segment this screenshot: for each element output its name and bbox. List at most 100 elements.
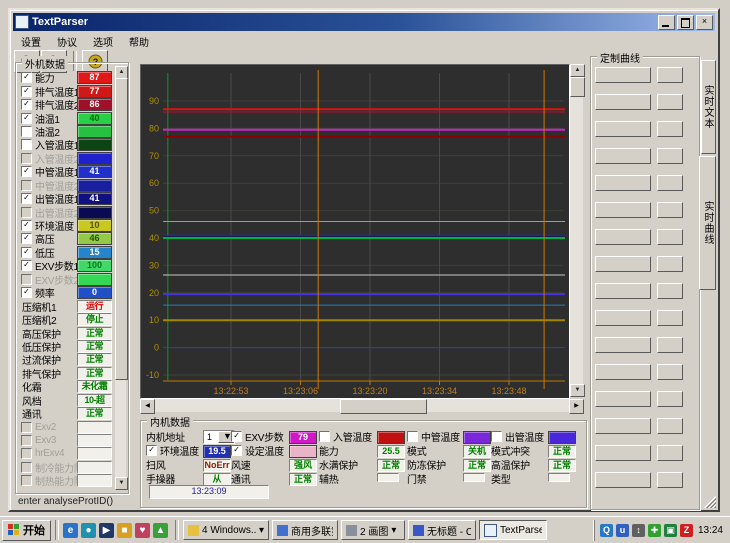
custom-curve-button[interactable] <box>595 391 651 407</box>
lightning-tray-icon[interactable]: Z <box>680 524 693 537</box>
menu-options[interactable]: 选项 <box>86 33 120 48</box>
chart-horizontal-scrollbar[interactable]: ◀ ▶ <box>140 399 584 412</box>
scrollbar-thumb[interactable] <box>570 77 585 97</box>
checkbox-环境温度[interactable]: ✓ <box>146 445 157 456</box>
checkbox-hrExv4[interactable] <box>21 448 32 459</box>
taskbar-button-5[interactable]: TextParser <box>479 520 547 540</box>
checkbox-EXV步数[interactable]: ✓ <box>231 431 242 442</box>
custom-curve-value-button[interactable] <box>657 364 683 380</box>
checkbox-EXV步数2[interactable] <box>21 274 32 285</box>
realtime-chart[interactable]: 9080706050403020100-1013:22:5313:23:0613… <box>140 64 570 399</box>
taskbar-button-4[interactable]: 无标题 - C... <box>408 520 476 540</box>
custom-curve-value-button[interactable] <box>657 472 683 488</box>
taskbar-button-2[interactable]: 商用多联第... <box>272 520 338 540</box>
taskbar-button-1[interactable]: 4 Windows...▾ <box>183 520 269 540</box>
custom-curve-button[interactable] <box>595 94 651 110</box>
custom-curve-button[interactable] <box>595 202 651 218</box>
checkbox-Exv3[interactable] <box>21 435 32 446</box>
checkbox-设定温度[interactable]: ✓ <box>231 445 242 456</box>
custom-curve-value-button[interactable] <box>657 148 683 164</box>
custom-curve-value-button[interactable] <box>657 445 683 461</box>
custom-curve-value-button[interactable] <box>657 229 683 245</box>
checkbox-制热能力限2[interactable] <box>21 475 32 486</box>
menu-settings[interactable]: 设置 <box>14 33 48 48</box>
custom-curve-value-button[interactable] <box>657 391 683 407</box>
start-button[interactable]: 开始 <box>2 520 51 541</box>
checkbox-EXV步数1[interactable]: ✓ <box>21 260 32 271</box>
chart-vertical-scrollbar[interactable]: ▲ ▼ <box>570 64 583 397</box>
checkbox-制冷能力限1[interactable] <box>21 462 32 473</box>
custom-curve-button[interactable] <box>595 67 651 83</box>
scroll-up-icon[interactable]: ▲ <box>570 64 585 77</box>
checkbox-油温1[interactable]: ✓ <box>21 113 32 124</box>
im-tray-icon[interactable]: Q <box>600 524 613 537</box>
checkbox-入管温度[interactable] <box>319 431 330 442</box>
checkbox-入管温度1[interactable] <box>21 139 32 150</box>
ie-icon[interactable]: e <box>63 523 78 538</box>
custom-curve-button[interactable] <box>595 148 651 164</box>
outdoor-scrollbar[interactable]: ▲ ▼ <box>115 66 126 490</box>
custom-curve-value-button[interactable] <box>657 202 683 218</box>
checkbox-入管温度2[interactable] <box>21 153 32 164</box>
messenger-icon[interactable]: ● <box>81 523 96 538</box>
monitor-tray-icon[interactable]: ▣ <box>664 524 677 537</box>
restore-button[interactable] <box>677 15 694 30</box>
custom-curve-button[interactable] <box>595 256 651 272</box>
custom-curve-button[interactable] <box>595 229 651 245</box>
checkbox-低压[interactable]: ✓ <box>21 247 32 258</box>
tab-realtime-text[interactable]: 实时文本 <box>701 60 716 154</box>
checkbox-环境温度[interactable]: ✓ <box>21 220 32 231</box>
scroll-down-icon[interactable]: ▼ <box>570 384 585 397</box>
scrollbar-thumb[interactable] <box>115 78 128 380</box>
scrollbar-thumb[interactable] <box>340 399 427 414</box>
custom-curve-value-button[interactable] <box>657 283 683 299</box>
custom-curve-value-button[interactable] <box>657 418 683 434</box>
antivirus-icon[interactable]: ▲ <box>153 523 168 538</box>
chevron-down-icon[interactable]: ▾ <box>391 525 396 536</box>
custom-curve-button[interactable] <box>595 283 651 299</box>
minimize-button[interactable] <box>658 15 675 30</box>
custom-curve-value-button[interactable] <box>657 121 683 137</box>
custom-curve-button[interactable] <box>595 418 651 434</box>
chevron-down-icon[interactable]: ▾ <box>259 525 264 536</box>
taskbar-button-3[interactable]: 2 画图▾ <box>341 520 405 540</box>
tab-realtime-curve[interactable]: 实时曲线 <box>699 156 716 290</box>
title-bar[interactable]: TextParser × <box>13 13 715 31</box>
close-button[interactable]: × <box>696 15 713 30</box>
checkbox-出管温度2[interactable] <box>21 207 32 218</box>
custom-curve-button[interactable] <box>595 472 651 488</box>
checkbox-油温2[interactable] <box>21 126 32 137</box>
custom-curve-button[interactable] <box>595 337 651 353</box>
checkbox-中管温度[interactable] <box>407 431 418 442</box>
custom-curve-value-button[interactable] <box>657 256 683 272</box>
checkbox-频率[interactable]: ✓ <box>21 287 32 298</box>
custom-curve-button[interactable] <box>595 310 651 326</box>
resize-grip[interactable] <box>704 496 716 508</box>
antivirus-tray-icon[interactable]: ✚ <box>648 524 661 537</box>
checkbox-排气温度1[interactable]: ✓ <box>21 86 32 97</box>
checkbox-出管温度[interactable] <box>491 431 502 442</box>
checkbox-高压[interactable]: ✓ <box>21 233 32 244</box>
custom-curve-button[interactable] <box>595 121 651 137</box>
scroll-right-icon[interactable]: ▶ <box>569 399 584 414</box>
arrows-tray-icon[interactable]: ↕ <box>632 524 645 537</box>
media-player-icon[interactable]: ▶ <box>99 523 114 538</box>
menu-help[interactable]: 帮助 <box>122 33 156 48</box>
update-tray-icon[interactable]: u <box>616 524 629 537</box>
checkbox-Exv2[interactable] <box>21 422 32 433</box>
custom-curve-button[interactable] <box>595 175 651 191</box>
notes-icon[interactable]: ■ <box>117 523 132 538</box>
checkbox-出管温度1[interactable]: ✓ <box>21 193 32 204</box>
custom-curve-button[interactable] <box>595 364 651 380</box>
custom-curve-value-button[interactable] <box>657 310 683 326</box>
custom-curve-value-button[interactable] <box>657 337 683 353</box>
menu-protocol[interactable]: 协议 <box>50 33 84 48</box>
custom-curve-value-button[interactable] <box>657 94 683 110</box>
scroll-down-icon[interactable]: ▼ <box>115 477 128 490</box>
custom-curve-button[interactable] <box>595 445 651 461</box>
custom-curve-value-button[interactable] <box>657 175 683 191</box>
checkbox-能力[interactable]: ✓ <box>21 72 32 83</box>
mail-icon[interactable]: ♥ <box>135 523 150 538</box>
custom-curve-value-button[interactable] <box>657 67 683 83</box>
checkbox-中管温度2[interactable] <box>21 180 32 191</box>
